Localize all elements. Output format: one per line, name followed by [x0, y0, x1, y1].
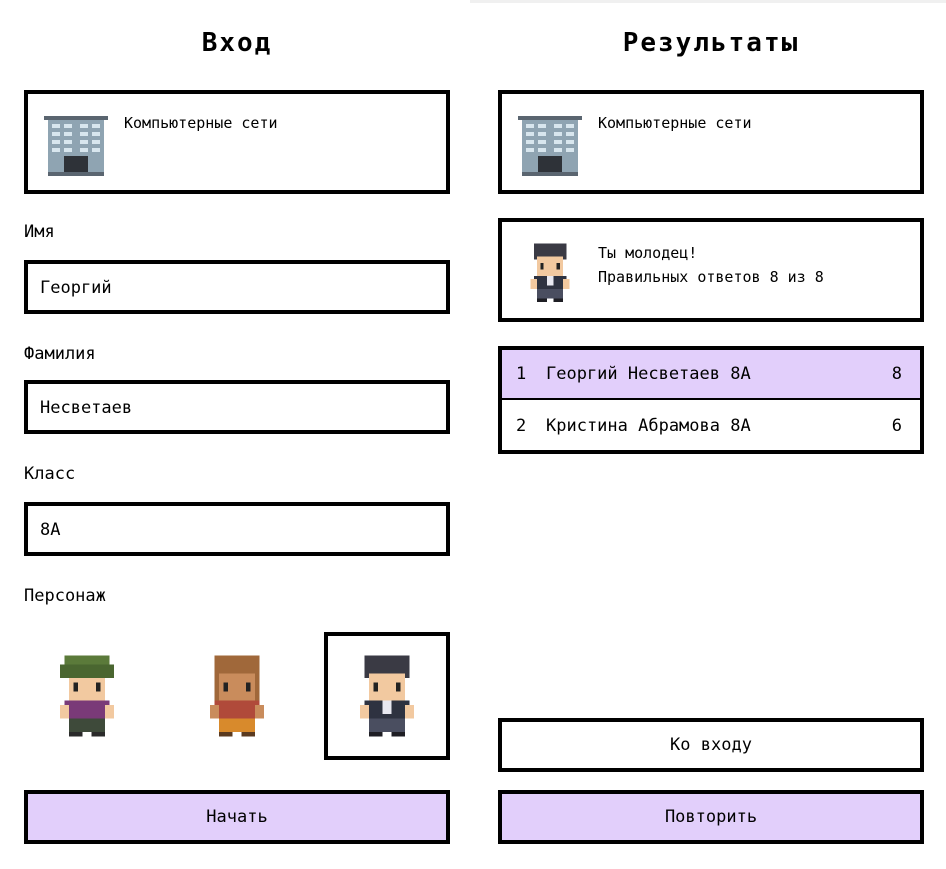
result-message-line1: Ты молодец! [598, 244, 698, 262]
start-button[interactable]: Начать [24, 790, 450, 844]
brown-hair-character-icon [210, 655, 264, 737]
leaderboard-score: 8 [891, 364, 902, 384]
green-hair-character-icon [60, 655, 114, 737]
repeat-button[interactable]: Повторить [498, 790, 924, 844]
surname-field[interactable]: Несветаев [24, 380, 450, 434]
dark-hair-suit-character-icon [360, 655, 414, 737]
leaderboard-name: Георгий Несветаев 8А [546, 364, 751, 384]
character-option-green[interactable] [24, 632, 150, 760]
results-title: Результаты [622, 28, 800, 58]
character-option-brown[interactable] [174, 632, 300, 760]
course-card: Компьютерные сети [24, 90, 450, 194]
name-field[interactable]: Георгий [24, 260, 450, 314]
surname-label: Фамилия [24, 344, 96, 364]
leaderboard-rank: 2 [516, 416, 527, 436]
leaderboard-row: 2 Кристина Абрамова 8А 6 [502, 402, 920, 452]
name-value: Георгий [40, 278, 112, 298]
surname-value: Несветаев [40, 398, 133, 418]
class-field[interactable]: 8А [24, 502, 450, 556]
character-picker [24, 632, 450, 760]
leaderboard-rank: 1 [516, 364, 527, 384]
name-label: Имя [24, 222, 55, 242]
course-name: Компьютерные сети [124, 114, 278, 132]
class-label: Класс [24, 464, 76, 484]
building-icon [518, 116, 582, 176]
dark-hair-suit-character-icon [530, 243, 570, 302]
leaderboard-row: 1 Георгий Несветаев 8А 8 [502, 350, 920, 400]
result-message-card: Ты молодец! Правильных ответов 8 из 8 [498, 218, 924, 322]
leaderboard-name: Кристина Абрамова 8А [546, 416, 751, 436]
result-message-line2: Правильных ответов 8 из 8 [598, 268, 824, 286]
top-divider [470, 0, 946, 3]
building-icon [44, 116, 108, 176]
character-option-suit-selected[interactable] [324, 632, 450, 760]
leaderboard: 1 Георгий Несветаев 8А 8 2 Кристина Абра… [498, 346, 924, 454]
character-label: Персонаж [24, 586, 106, 606]
results-course-card: Компьютерные сети [498, 90, 924, 194]
class-value: 8А [40, 520, 61, 540]
login-title: Вход [201, 28, 273, 58]
back-to-login-button[interactable]: Ко входу [498, 718, 924, 772]
results-course-name: Компьютерные сети [598, 114, 752, 132]
leaderboard-score: 6 [891, 416, 902, 436]
